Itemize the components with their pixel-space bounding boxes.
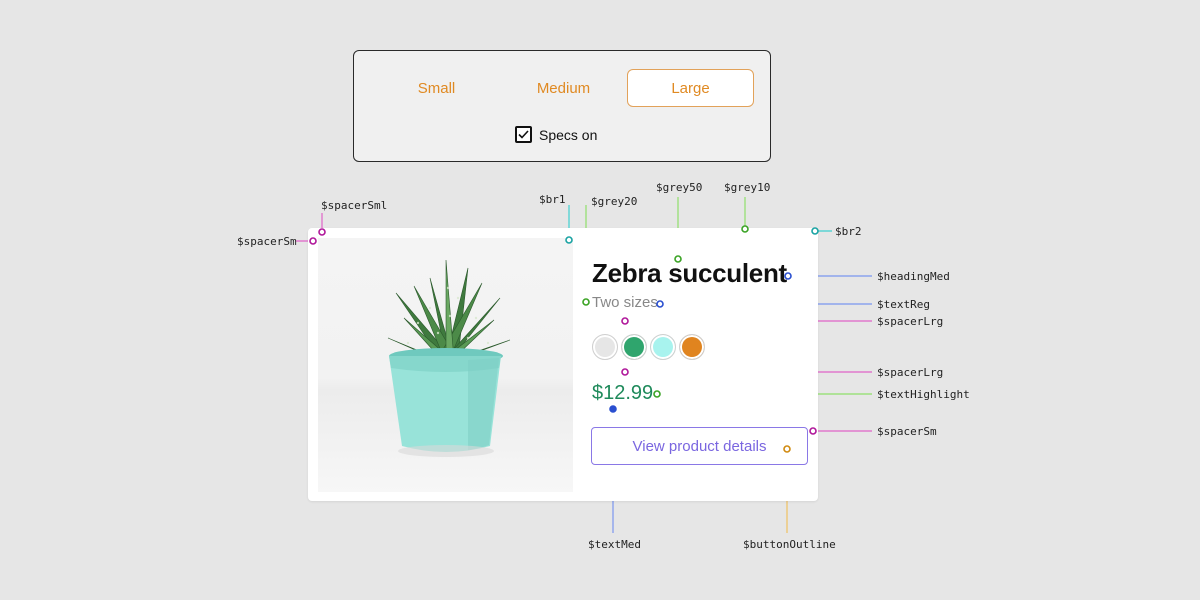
annotation-heading-med: $headingMed bbox=[877, 270, 950, 283]
annotation-br1: $br1 bbox=[539, 193, 566, 206]
annotation-spacer-lrg-2: $spacerLrg bbox=[877, 366, 944, 379]
annotation-grey20: $grey20 bbox=[591, 195, 638, 208]
annotation-button-outline: $buttonOutline bbox=[743, 538, 836, 551]
annotation-grey10: $grey10 bbox=[724, 181, 771, 194]
annotation-spacer-sm-left: $spacerSm bbox=[237, 235, 297, 248]
annotation-markers bbox=[309, 225, 819, 453]
annotation-spacer-sm-right: $spacerSm bbox=[877, 425, 937, 438]
annotation-text-med: $textMed bbox=[588, 538, 641, 551]
annotation-br2: $br2 bbox=[835, 225, 862, 238]
annotation-spacer-lrg-1: $spacerLrg bbox=[877, 315, 944, 328]
annotation-spacer-sml: $spacerSml bbox=[321, 199, 388, 212]
annotation-grey50: $grey50 bbox=[656, 181, 703, 194]
annotation-text-reg: $textReg bbox=[877, 298, 930, 311]
annotation-text-highlight: $textHighlight bbox=[877, 388, 970, 401]
